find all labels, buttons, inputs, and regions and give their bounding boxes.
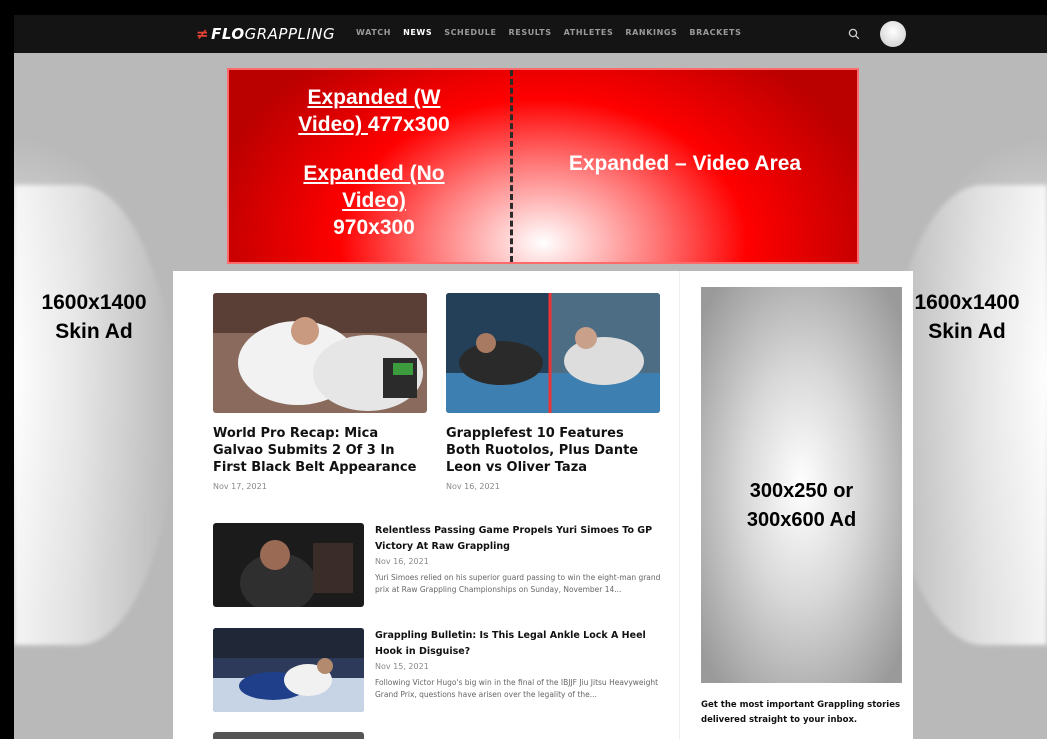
- nav-item-results[interactable]: RESULTS: [509, 28, 552, 37]
- banner-ad-divider: [510, 70, 513, 262]
- article-list-item[interactable]: Grappling Bulletin: Is This Legal Ankle …: [213, 628, 663, 718]
- article-list-item[interactable]: Relentless Passing Game Propels Yuri Sim…: [213, 523, 663, 613]
- column-divider: [679, 271, 680, 739]
- article-date: Nov 15, 2021: [375, 662, 429, 671]
- article-thumbnail[interactable]: [213, 293, 427, 413]
- article-thumbnail[interactable]: [213, 523, 364, 607]
- nav-item-schedule[interactable]: SCHEDULE: [444, 28, 496, 37]
- article-title[interactable]: Grapplefest 10 Features Both Ruotolos, P…: [446, 425, 660, 476]
- nav-item-athletes[interactable]: ATHLETES: [564, 28, 614, 37]
- top-navigation: ≠ FLOGRAPPLING WATCH NEWS SCHEDULE RESULT…: [14, 15, 1047, 53]
- article-title[interactable]: Grappling Bulletin: Is This Legal Ankle …: [375, 628, 667, 660]
- nav-item-rankings[interactable]: RANKINGS: [625, 28, 677, 37]
- article-date: Nov 17, 2021: [213, 482, 267, 491]
- article-summary: Following Victor Hugo's big win in the f…: [375, 678, 659, 699]
- search-icon[interactable]: [848, 28, 860, 40]
- user-avatar[interactable]: [880, 21, 906, 47]
- nav-item-watch[interactable]: WATCH: [356, 28, 391, 37]
- flo-logo-icon: ≠: [196, 25, 210, 43]
- flograppling-logo[interactable]: ≠ FLOGRAPPLING: [196, 25, 335, 43]
- skin-ad-left-label: 1600x1400 Skin Ad: [41, 291, 147, 343]
- featured-article-card[interactable]: World Pro Recap: Mica Galvao Submits 2 O…: [213, 293, 427, 491]
- sidebar-ad-label: 300x250 or 300x600 Ad: [746, 480, 857, 531]
- banner-video-area-label: Expanded – Video Area: [568, 152, 802, 175]
- page-frame: 1600x1400 Skin Ad 1600x1400 Skin Ad ≠ FLOGR…: [14, 15, 1047, 739]
- article-date: Nov 16, 2021: [446, 482, 500, 491]
- featured-article-card[interactable]: Grapplefest 10 Features Both Ruotolos, P…: [446, 293, 660, 491]
- news-content: World Pro Recap: Mica Galvao Submits 2 O…: [173, 271, 913, 739]
- article-summary: Yuri Simoes relied on his superior guard…: [375, 573, 661, 594]
- nav-item-brackets[interactable]: BRACKETS: [689, 28, 741, 37]
- expanded-banner-ad[interactable]: Expanded (W Video) 477x300 Expanded (No …: [227, 68, 859, 264]
- nav-menu: WATCH NEWS SCHEDULE RESULTS ATHLETES RAN…: [356, 28, 741, 37]
- nav-item-news[interactable]: NEWS: [403, 28, 432, 37]
- article-title[interactable]: Relentless Passing Game Propels Yuri Sim…: [375, 523, 667, 555]
- banner-ad-size-label: Expanded (W Video) 477x300 Expanded (No …: [298, 86, 450, 239]
- article-thumbnail[interactable]: [446, 293, 660, 413]
- article-thumbnail[interactable]: [213, 628, 364, 712]
- article-title[interactable]: World Pro Recap: Mica Galvao Submits 2 O…: [213, 425, 427, 476]
- sidebar-ad[interactable]: 300x250 or 300x600 Ad: [701, 287, 902, 683]
- newsletter-promo: Get the most important Grappling stories…: [701, 700, 901, 725]
- article-thumbnail[interactable]: [213, 732, 364, 739]
- article-date: Nov 16, 2021: [375, 557, 429, 566]
